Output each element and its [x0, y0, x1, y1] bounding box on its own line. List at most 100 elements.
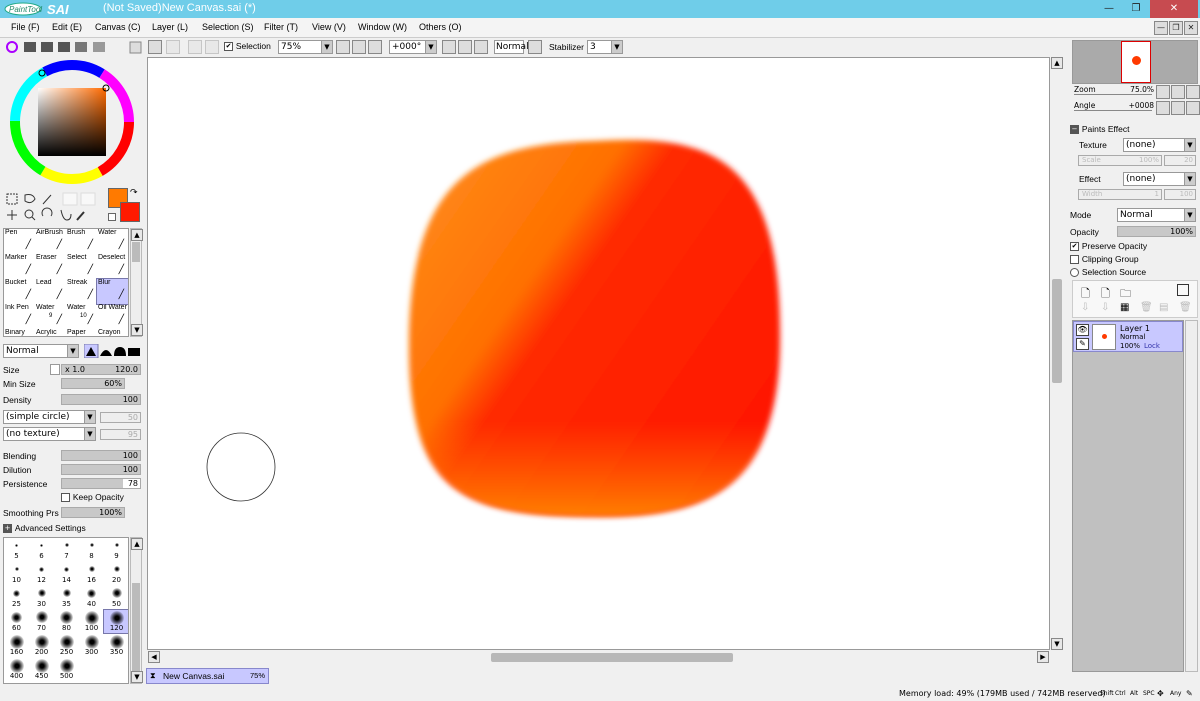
- close-icon[interactable]: ✕: [1150, 0, 1198, 18]
- scroll-up-icon[interactable]: ▲: [1051, 57, 1063, 69]
- brush-size-200[interactable]: 200: [29, 634, 54, 657]
- layer-row[interactable]: 👁 ✎ Layer 1 Normal 100% Lock: [1073, 321, 1183, 352]
- brush-eraser[interactable]: Eraser ╱: [35, 254, 66, 279]
- min-size-slider[interactable]: 60%: [61, 378, 125, 389]
- texture-strength-slider[interactable]: 20: [1164, 155, 1196, 166]
- nav-rotate-left-icon[interactable]: [1156, 101, 1170, 115]
- brush-paper[interactable]: Paper╱: [66, 329, 97, 336]
- texture-dropdown[interactable]: (none) ▼: [1123, 138, 1196, 152]
- nav-zoom-in-icon[interactable]: [1171, 85, 1185, 99]
- size-slider[interactable]: x 1.0 120.0: [61, 364, 141, 375]
- brush-size-300[interactable]: 300: [79, 634, 104, 657]
- view-mode-button[interactable]: Normal: [494, 40, 529, 54]
- minimize-icon[interactable]: —: [1096, 0, 1122, 18]
- delete-icon[interactable]: 🗑: [1179, 302, 1192, 313]
- effect-strength-slider[interactable]: 100: [1164, 189, 1196, 200]
- navigator-angle-slider[interactable]: [1074, 110, 1152, 111]
- flip-icon[interactable]: [528, 40, 542, 54]
- brush-blend-mode-dropdown[interactable]: Normal ▼: [3, 344, 79, 358]
- keep-opacity-checkbox[interactable]: Keep Opacity: [61, 492, 124, 503]
- brush-size-450[interactable]: 450: [29, 658, 54, 681]
- scroll-left-icon[interactable]: ◀: [148, 651, 160, 663]
- stabilizer-dropdown[interactable]: 3 ▼: [587, 40, 623, 54]
- brush-streak[interactable]: Streak ╱: [66, 279, 97, 304]
- brush-crayon[interactable]: Crayon╱: [97, 329, 128, 336]
- vertical-scroll-thumb[interactable]: [1052, 279, 1062, 383]
- texture-scale-slider[interactable]: Scale 100%: [1078, 155, 1162, 166]
- brush-size-60[interactable]: 60: [4, 610, 29, 633]
- brush-size-250[interactable]: 250: [54, 634, 79, 657]
- brush-size-30[interactable]: 30: [29, 586, 54, 609]
- brush-size-20[interactable]: 20: [104, 562, 128, 585]
- secondary-color-swatch[interactable]: [120, 202, 140, 222]
- canvas-vertical-scrollbar[interactable]: ▲ ▼: [1050, 57, 1065, 664]
- layer-mask-icon[interactable]: [1177, 284, 1189, 296]
- navigator-zoom-slider[interactable]: [1074, 94, 1152, 95]
- paints-effect-header[interactable]: − Paints Effect: [1070, 124, 1129, 135]
- menu-layer[interactable]: Layer (L): [152, 22, 188, 32]
- brush-size-6[interactable]: 6: [29, 538, 54, 561]
- size-palette-scrollbar[interactable]: ▲ ▼: [130, 537, 143, 684]
- brush-shape-dropdown[interactable]: (simple circle) ▼: [3, 410, 96, 424]
- effect-dropdown[interactable]: (none) ▼: [1123, 172, 1196, 186]
- brush-texture-dropdown[interactable]: (no texture) ▼: [3, 427, 96, 441]
- deselect-icon[interactable]: [188, 40, 202, 54]
- swap-colors-icon[interactable]: ↷: [130, 188, 138, 198]
- brush-acrylic[interactable]: Acrylic╱: [35, 329, 66, 336]
- brush-size-160[interactable]: 160: [4, 634, 29, 657]
- selection-source-checkbox[interactable]: Selection Source: [1070, 267, 1146, 278]
- nav-zoom-out-icon[interactable]: [1156, 85, 1170, 99]
- rotate-right-icon[interactable]: [458, 40, 472, 54]
- mdi-restore-icon[interactable]: ❐: [1169, 21, 1183, 35]
- brush-lead[interactable]: Lead ╱: [35, 279, 66, 304]
- brush-select[interactable]: Select ╱: [66, 254, 97, 279]
- brush-size-25[interactable]: 25: [4, 586, 29, 609]
- selection-checkbox[interactable]: ✔: [224, 42, 233, 51]
- zoom-dropdown[interactable]: 75% ▼: [278, 40, 333, 54]
- scroll-right-icon[interactable]: ▶: [1037, 651, 1049, 663]
- menu-canvas[interactable]: Canvas (C): [95, 22, 141, 32]
- brush-size-16[interactable]: 16: [79, 562, 104, 585]
- dilution-slider[interactable]: 100: [61, 464, 141, 475]
- brush-water[interactable]: Water 10 ╱: [66, 304, 97, 329]
- keep-opacity-check[interactable]: [61, 493, 70, 502]
- menu-view[interactable]: View (V): [312, 22, 346, 32]
- selection-source-radio[interactable]: [1070, 268, 1079, 277]
- brush-size-500[interactable]: 500: [54, 658, 79, 681]
- brush-water[interactable]: Water 9 ╱: [35, 304, 66, 329]
- canvas-horizontal-scrollbar[interactable]: ◀ ▶: [147, 650, 1050, 665]
- scroll-down-icon[interactable]: ▼: [1051, 638, 1063, 650]
- brush-oil-water[interactable]: Oil Water ╱: [97, 304, 128, 329]
- menu-filter[interactable]: Filter (T): [264, 22, 298, 32]
- brush-size-8[interactable]: 8: [79, 538, 104, 561]
- zoom-out-icon[interactable]: [336, 40, 350, 54]
- brush-size-40[interactable]: 40: [79, 586, 104, 609]
- horizontal-scroll-thumb[interactable]: [491, 653, 733, 662]
- menu-file[interactable]: File (F): [11, 22, 40, 32]
- redo-icon[interactable]: [166, 40, 180, 54]
- brush-water[interactable]: Water ╱: [97, 229, 128, 254]
- brush-size-80[interactable]: 80: [54, 610, 79, 633]
- restore-icon[interactable]: ❐: [1123, 0, 1149, 18]
- mdi-minimize-icon[interactable]: —: [1154, 21, 1168, 35]
- preserve-opacity-check[interactable]: ✔: [1070, 242, 1079, 251]
- nav-rotate-right-icon[interactable]: [1171, 101, 1185, 115]
- preserve-opacity-checkbox[interactable]: ✔ Preserve Opacity: [1070, 241, 1147, 252]
- undo-icon[interactable]: [148, 40, 162, 54]
- persistence-slider[interactable]: 78: [61, 478, 141, 489]
- drawing-canvas[interactable]: [147, 57, 1050, 650]
- menu-edit[interactable]: Edit (E): [52, 22, 82, 32]
- brush-size-50[interactable]: 50: [104, 586, 128, 609]
- brush-size-70[interactable]: 70: [29, 610, 54, 633]
- clear-layer-icon[interactable]: ▦: [1120, 302, 1129, 313]
- transparent-color-icon[interactable]: [108, 213, 116, 221]
- brush-size-10[interactable]: 10: [4, 562, 29, 585]
- brush-airbrush[interactable]: AirBrush ╱: [35, 229, 66, 254]
- brush-size-35[interactable]: 35: [54, 586, 79, 609]
- brush-icon[interactable]: ✎: [1076, 338, 1089, 350]
- menu-window[interactable]: Window (W): [358, 22, 407, 32]
- blending-slider[interactable]: 100: [61, 450, 141, 461]
- navigator-preview[interactable]: [1072, 40, 1198, 84]
- clipping-group-checkbox[interactable]: Clipping Group: [1070, 254, 1139, 265]
- brush-deselect[interactable]: Deselect ╱: [97, 254, 128, 279]
